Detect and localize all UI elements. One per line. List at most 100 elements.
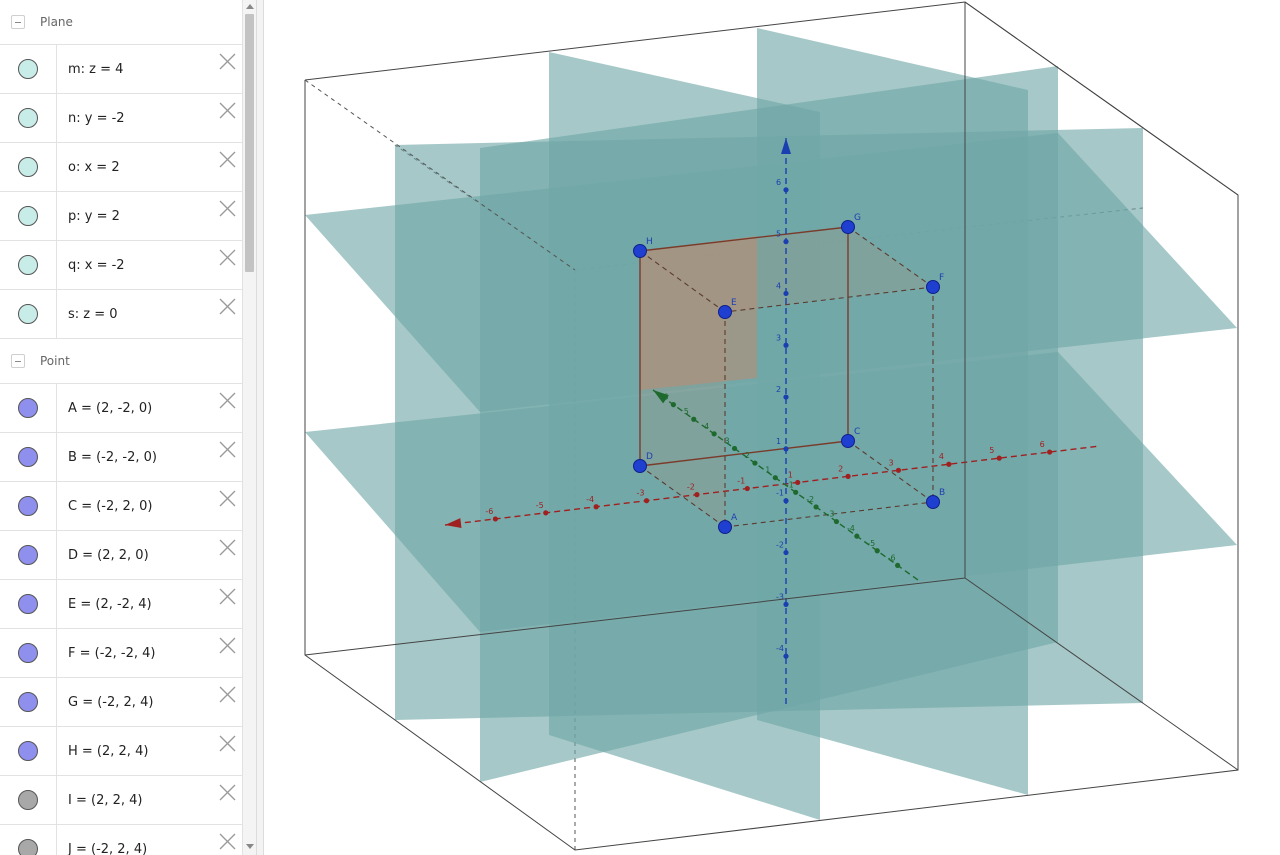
algebra-item[interactable]: E = (2, -2, 4)	[0, 580, 242, 629]
point-A[interactable]	[718, 520, 732, 534]
visibility-toggle[interactable]	[0, 94, 57, 142]
group-header-plane[interactable]: Plane	[0, 0, 242, 45]
algebra-item[interactable]: n: y = -2	[0, 94, 242, 143]
visibility-toggle[interactable]	[0, 143, 57, 191]
delete-icon[interactable]	[219, 102, 236, 119]
delete-icon[interactable]	[219, 588, 236, 605]
algebra-item[interactable]: m: z = 4	[0, 45, 242, 94]
visibility-marble-icon[interactable]	[18, 594, 38, 614]
point-G[interactable]	[841, 220, 855, 234]
visibility-toggle[interactable]	[0, 433, 57, 481]
group-header-point[interactable]: Point	[0, 339, 242, 384]
visibility-toggle[interactable]	[0, 290, 57, 338]
visibility-marble-icon[interactable]	[18, 255, 38, 275]
point-C[interactable]	[841, 434, 855, 448]
delete-icon[interactable]	[219, 298, 236, 315]
delete-icon[interactable]	[219, 833, 236, 850]
algebra-item[interactable]: B = (-2, -2, 0)	[0, 433, 242, 482]
algebra-item-definition[interactable]: I = (2, 2, 4)	[68, 793, 142, 808]
visibility-toggle[interactable]	[0, 384, 57, 432]
visibility-toggle[interactable]	[0, 629, 57, 677]
visibility-marble-icon[interactable]	[18, 741, 38, 761]
x-axis-tick	[694, 492, 700, 498]
delete-icon[interactable]	[219, 637, 236, 654]
algebra-item[interactable]: o: x = 2	[0, 143, 242, 192]
visibility-marble-icon[interactable]	[18, 447, 38, 467]
view-splitter[interactable]	[256, 0, 264, 855]
visibility-marble-icon[interactable]	[18, 496, 38, 516]
visibility-toggle[interactable]	[0, 482, 57, 530]
algebra-item-definition[interactable]: n: y = -2	[68, 111, 125, 126]
algebra-item[interactable]: A = (2, -2, 0)	[0, 384, 242, 433]
point-H[interactable]	[633, 244, 647, 258]
visibility-marble-icon[interactable]	[18, 545, 38, 565]
algebra-item-definition[interactable]: G = (-2, 2, 4)	[68, 695, 153, 710]
visibility-marble-icon[interactable]	[18, 398, 38, 418]
visibility-toggle[interactable]	[0, 531, 57, 579]
delete-icon[interactable]	[219, 490, 236, 507]
algebra-item[interactable]: p: y = 2	[0, 192, 242, 241]
algebra-item-definition[interactable]: H = (2, 2, 4)	[68, 744, 148, 759]
algebra-item[interactable]: I = (2, 2, 4)	[0, 776, 242, 825]
point-B[interactable]	[926, 495, 940, 509]
visibility-marble-icon[interactable]	[18, 790, 38, 810]
visibility-marble-icon[interactable]	[18, 692, 38, 712]
delete-icon[interactable]	[219, 392, 236, 409]
delete-icon[interactable]	[219, 784, 236, 801]
scroll-down-arrow-icon[interactable]	[246, 844, 254, 849]
visibility-toggle[interactable]	[0, 776, 57, 824]
visibility-marble-icon[interactable]	[18, 157, 38, 177]
visibility-toggle[interactable]	[0, 192, 57, 240]
algebra-item[interactable]: s: z = 0	[0, 290, 242, 339]
point-E[interactable]	[718, 305, 732, 319]
algebra-item-definition[interactable]: F = (-2, -2, 4)	[68, 646, 156, 661]
visibility-toggle[interactable]	[0, 45, 57, 93]
algebra-item-definition[interactable]: p: y = 2	[68, 209, 120, 224]
delete-icon[interactable]	[219, 200, 236, 217]
visibility-toggle[interactable]	[0, 727, 57, 775]
visibility-marble-icon[interactable]	[18, 304, 38, 324]
algebra-item[interactable]: G = (-2, 2, 4)	[0, 678, 242, 727]
visibility-toggle[interactable]	[0, 241, 57, 289]
algebra-item-definition[interactable]: m: z = 4	[68, 62, 123, 77]
visibility-marble-icon[interactable]	[18, 59, 38, 79]
algebra-item[interactable]: D = (2, 2, 0)	[0, 531, 242, 580]
collapse-icon[interactable]	[11, 15, 25, 29]
algebra-item-definition[interactable]: B = (-2, -2, 0)	[68, 450, 157, 465]
algebra-item[interactable]: q: x = -2	[0, 241, 242, 290]
scroll-up-arrow-icon[interactable]	[246, 4, 254, 9]
point-D[interactable]	[633, 459, 647, 473]
algebra-item-definition[interactable]: A = (2, -2, 0)	[68, 401, 152, 416]
algebra-item-definition[interactable]: C = (-2, 2, 0)	[68, 499, 152, 514]
point-F[interactable]	[926, 280, 940, 294]
algebra-item-definition[interactable]: s: z = 0	[68, 307, 118, 322]
delete-icon[interactable]	[219, 249, 236, 266]
visibility-toggle[interactable]	[0, 825, 57, 855]
collapse-icon[interactable]	[11, 354, 25, 368]
delete-icon[interactable]	[219, 53, 236, 70]
algebra-item[interactable]: J = (-2, 2, 4)	[0, 825, 242, 855]
algebra-item[interactable]: C = (-2, 2, 0)	[0, 482, 242, 531]
visibility-marble-icon[interactable]	[18, 839, 38, 855]
delete-icon[interactable]	[219, 539, 236, 556]
algebra-item-definition[interactable]: o: x = 2	[68, 160, 120, 175]
algebra-item-definition[interactable]: q: x = -2	[68, 258, 125, 273]
3d-scene[interactable]: -6-5-4-3-2-1123456654321-1-2-3-4-5-66543…	[264, 0, 1280, 855]
visibility-toggle[interactable]	[0, 678, 57, 726]
delete-icon[interactable]	[219, 686, 236, 703]
algebra-item-definition[interactable]: J = (-2, 2, 4)	[68, 842, 147, 855]
algebra-item[interactable]: H = (2, 2, 4)	[0, 727, 242, 776]
scroll-thumb[interactable]	[245, 14, 254, 272]
algebra-item[interactable]: F = (-2, -2, 4)	[0, 629, 242, 678]
visibility-toggle[interactable]	[0, 580, 57, 628]
algebra-scrollbar[interactable]	[242, 0, 256, 855]
graphics-3d-view[interactable]: -6 -5 -4 -3 -2 -1 1 2 3 4 5 6 6 5 4 3 2 1 -1 -2 -3 -4 -5 -6 6 5 4 3…	[264, 0, 1280, 855]
algebra-item-definition[interactable]: D = (2, 2, 0)	[68, 548, 149, 563]
visibility-marble-icon[interactable]	[18, 108, 38, 128]
algebra-item-definition[interactable]: E = (2, -2, 4)	[68, 597, 152, 612]
delete-icon[interactable]	[219, 441, 236, 458]
visibility-marble-icon[interactable]	[18, 643, 38, 663]
visibility-marble-icon[interactable]	[18, 206, 38, 226]
delete-icon[interactable]	[219, 735, 236, 752]
delete-icon[interactable]	[219, 151, 236, 168]
